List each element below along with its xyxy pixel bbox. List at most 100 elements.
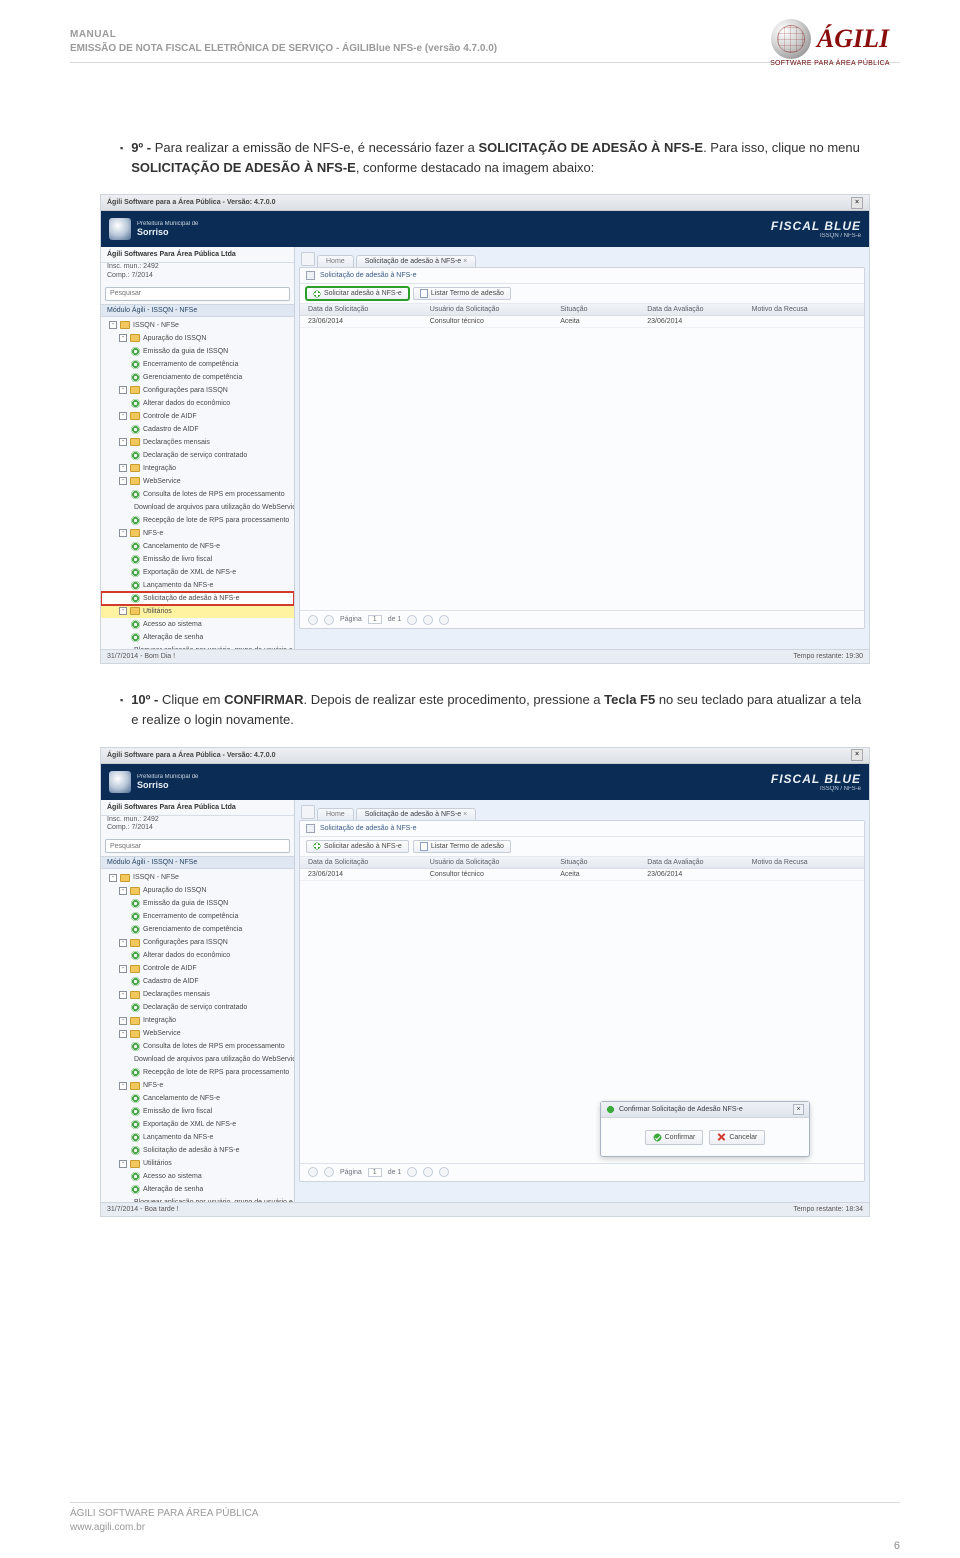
tree-toggle-icon[interactable]: - — [119, 1082, 127, 1090]
pager-last-icon[interactable] — [423, 615, 433, 625]
tree-item[interactable]: Recepção de lote de RPS para processamen… — [101, 1066, 294, 1079]
tab-nav-back-icon[interactable] — [301, 252, 315, 266]
tree-item[interactable]: -NFS-e — [101, 527, 294, 540]
tab-nav-back-icon[interactable] — [301, 805, 315, 819]
tree-toggle-icon[interactable]: - — [119, 965, 127, 973]
tree-toggle-icon[interactable]: - — [119, 529, 127, 537]
tree-item[interactable]: -WebService — [101, 1027, 294, 1040]
tree-item[interactable]: -Apuração do ISSQN — [101, 884, 294, 897]
tree-item[interactable]: -ISSQN - NFSe — [101, 319, 294, 332]
tree-item[interactable]: Download de arquivos para utilização do … — [101, 501, 294, 514]
tree-item[interactable]: Cadastro de AIDF — [101, 975, 294, 988]
tree-item[interactable]: Exportação de XML de NFS-e — [101, 1118, 294, 1131]
pager-page-input[interactable]: 1 — [368, 615, 382, 624]
pager-page-input[interactable]: 1 — [368, 1168, 382, 1177]
tree-item[interactable]: Acesso ao sistema — [101, 618, 294, 631]
search-input[interactable] — [105, 287, 290, 301]
tree-item[interactable]: -Declarações mensais — [101, 436, 294, 449]
tree-toggle-icon[interactable]: - — [119, 887, 127, 895]
pager-prev-icon[interactable] — [324, 615, 334, 625]
tree-item[interactable]: -Utilitários — [101, 1157, 294, 1170]
tree-toggle-icon[interactable]: - — [119, 412, 127, 420]
tree-item[interactable]: Exportação de XML de NFS-e — [101, 566, 294, 579]
tree-item[interactable]: Consulta de lotes de RPS em processament… — [101, 488, 294, 501]
listar-termo-button[interactable]: Listar Termo de adesão — [413, 287, 511, 300]
search-input[interactable] — [105, 839, 290, 853]
tree-toggle-icon[interactable]: - — [119, 438, 127, 446]
tree-item[interactable]: Acesso ao sistema — [101, 1170, 294, 1183]
tree-item[interactable]: Lançamento da NFS-e — [101, 579, 294, 592]
dialog-close-icon[interactable]: × — [793, 1104, 804, 1115]
pager-next-icon[interactable] — [407, 1167, 417, 1177]
tree-item[interactable]: Emissão de livro fiscal — [101, 1105, 294, 1118]
tree-toggle-icon[interactable]: - — [109, 874, 117, 882]
tree-item[interactable]: -Utilitários — [101, 605, 294, 618]
tree-toggle-icon[interactable]: - — [119, 1017, 127, 1025]
confirm-button[interactable]: Confirmar — [645, 1130, 704, 1145]
tree-item[interactable]: -Configurações para ISSQN — [101, 384, 294, 397]
tree-item[interactable]: -Apuração do ISSQN — [101, 332, 294, 345]
close-icon[interactable]: × — [851, 197, 863, 209]
tree-toggle-icon[interactable]: - — [119, 1030, 127, 1038]
tree-item[interactable]: Declaração de serviço contratado — [101, 1001, 294, 1014]
pager-next-icon[interactable] — [407, 615, 417, 625]
tree-item[interactable]: Encerramento de competência — [101, 910, 294, 923]
cancel-button[interactable]: Cancelar — [709, 1130, 765, 1145]
tree-item[interactable]: Consulta de lotes de RPS em processament… — [101, 1040, 294, 1053]
pager-refresh-icon[interactable] — [439, 615, 449, 625]
tree-item[interactable]: Gerenciamento de competência — [101, 371, 294, 384]
tree-item[interactable]: Gerenciamento de competência — [101, 923, 294, 936]
solicitar-adesao-button[interactable]: Solicitar adesão à NFS-e — [306, 840, 409, 853]
tree-item[interactable]: Alteração de senha — [101, 1183, 294, 1196]
tree-item[interactable]: Alteração de senha — [101, 631, 294, 644]
tree-item[interactable]: Recepção de lote de RPS para processamen… — [101, 514, 294, 527]
tree-toggle-icon[interactable]: - — [109, 321, 117, 329]
solicitar-adesao-button[interactable]: Solicitar adesão à NFS-e — [306, 287, 409, 300]
tree-item[interactable]: Encerramento de competência — [101, 358, 294, 371]
tree-item[interactable]: -Integração — [101, 1014, 294, 1027]
tree-item[interactable]: -Integração — [101, 462, 294, 475]
pager-prev-icon[interactable] — [324, 1167, 334, 1177]
tree-item[interactable]: -ISSQN - NFSe — [101, 871, 294, 884]
tree-item[interactable]: Solicitação de adesão à NFS-e — [101, 592, 294, 605]
tree-toggle-icon[interactable]: - — [119, 991, 127, 999]
tree-item[interactable]: Lançamento da NFS-e — [101, 1131, 294, 1144]
tree-item[interactable]: -Controle de AIDF — [101, 962, 294, 975]
module-header[interactable]: Módulo Ágili - ISSQN - NFSe — [101, 856, 294, 869]
tree-toggle-icon[interactable]: - — [119, 464, 127, 472]
tree-item[interactable]: -NFS-e — [101, 1079, 294, 1092]
tree-item[interactable]: Emissão de livro fiscal — [101, 553, 294, 566]
tree-item[interactable]: Solicitação de adesão à NFS-e — [101, 1144, 294, 1157]
tree-item[interactable]: Alterar dados do econômico — [101, 397, 294, 410]
tree-toggle-icon[interactable]: - — [119, 1160, 127, 1168]
pager-refresh-icon[interactable] — [439, 1167, 449, 1177]
tree-item[interactable]: -WebService — [101, 475, 294, 488]
tree-item[interactable]: Cancelamento de NFS-e — [101, 1092, 294, 1105]
module-header[interactable]: Módulo Ágili - ISSQN - NFSe — [101, 304, 294, 317]
tree-item[interactable]: Declaração de serviço contratado — [101, 449, 294, 462]
tab-solicitacao[interactable]: Solicitação de adesão à NFS-e × — [356, 255, 477, 267]
grid-row[interactable]: 23/06/2014 Consultor técnico Aceita 23/0… — [300, 869, 864, 881]
tree-item[interactable]: Download de arquivos para utilização do … — [101, 1053, 294, 1066]
tree-toggle-icon[interactable]: - — [119, 939, 127, 947]
tab-solicitacao[interactable]: Solicitação de adesão à NFS-e × — [356, 808, 477, 820]
tab-home[interactable]: Home — [317, 808, 354, 820]
grid-row[interactable]: 23/06/2014 Consultor técnico Aceita 23/0… — [300, 316, 864, 328]
tree-toggle-icon[interactable]: - — [119, 607, 127, 615]
pager-first-icon[interactable] — [308, 1167, 318, 1177]
pager-last-icon[interactable] — [423, 1167, 433, 1177]
tree-item[interactable]: -Controle de AIDF — [101, 410, 294, 423]
tree-item[interactable]: Alterar dados do econômico — [101, 949, 294, 962]
tree-item[interactable]: Emissão da guia de ISSQN — [101, 345, 294, 358]
tab-home[interactable]: Home — [317, 255, 354, 267]
tree-item[interactable]: Cadastro de AIDF — [101, 423, 294, 436]
tree-item[interactable]: Emissão da guia de ISSQN — [101, 897, 294, 910]
tree-item[interactable]: Cancelamento de NFS-e — [101, 540, 294, 553]
tree-toggle-icon[interactable]: - — [119, 386, 127, 394]
tree-item[interactable]: -Declarações mensais — [101, 988, 294, 1001]
listar-termo-button[interactable]: Listar Termo de adesão — [413, 840, 511, 853]
pager-first-icon[interactable] — [308, 615, 318, 625]
tree-toggle-icon[interactable]: - — [119, 334, 127, 342]
tree-toggle-icon[interactable]: - — [119, 477, 127, 485]
close-icon[interactable]: × — [851, 749, 863, 761]
